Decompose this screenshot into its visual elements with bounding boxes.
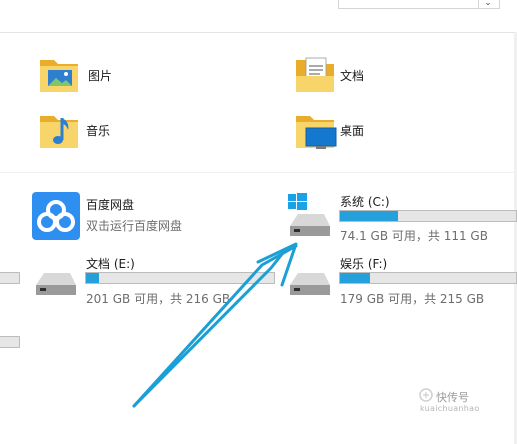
toolbar: ⌄ <box>0 0 517 33</box>
drive-usage-bar <box>339 272 517 284</box>
desktop-folder-icon <box>296 116 337 149</box>
drive-c[interactable]: 系统 (C:) 74.1 GB 可用，共 111 GB <box>286 192 517 244</box>
windows-drive-icon <box>288 193 330 236</box>
folder-label: 桌面 <box>340 124 365 138</box>
drive-usage-fill <box>86 273 100 283</box>
chevron-down-icon[interactable]: ⌄ <box>478 0 497 8</box>
hard-drive-icon <box>36 273 76 295</box>
hard-drive-icon <box>290 273 330 295</box>
partial-drive-bar <box>0 272 20 284</box>
drive-free-space: 74.1 GB 可用，共 111 GB <box>340 229 488 243</box>
drive-usage-fill <box>340 211 399 221</box>
drive-name: 文档 (E:) <box>86 257 135 271</box>
partial-drive-bar <box>0 336 20 348</box>
drive-f[interactable]: 娱乐 (F:) 179 GB 可用，共 215 GB <box>286 253 517 306</box>
app-name: 百度网盘 <box>86 198 135 212</box>
folder-music[interactable]: 音乐 <box>36 108 236 154</box>
drive-name: 娱乐 (F:) <box>340 257 388 271</box>
drive-free-space: 201 GB 可用，共 216 GB <box>86 292 231 306</box>
section-divider <box>0 172 514 173</box>
baidu-netdisk-icon <box>32 192 80 240</box>
folder-label: 图片 <box>88 69 113 83</box>
folder-documents[interactable]: 文档 <box>292 52 492 98</box>
drive-usage-bar <box>85 272 275 284</box>
drive-usage-fill <box>340 273 370 283</box>
app-subtitle: 双击运行百度网盘 <box>86 219 183 233</box>
pictures-folder-icon <box>40 60 78 92</box>
search-input[interactable] <box>338 0 500 9</box>
folder-label: 文档 <box>340 69 365 83</box>
folder-desktop[interactable]: 桌面 <box>292 108 492 154</box>
watermark-url: kuaichuanhao <box>420 404 480 413</box>
documents-folder-icon <box>296 57 334 92</box>
drive-e[interactable]: 文档 (E:) 201 GB 可用，共 216 GB <box>32 253 282 306</box>
app-baidu-netdisk[interactable]: 百度网盘 双击运行百度网盘 <box>32 192 252 242</box>
drive-free-space: 179 GB 可用，共 215 GB <box>340 292 485 306</box>
folder-label: 音乐 <box>86 124 111 138</box>
drive-usage-bar <box>339 210 517 222</box>
music-folder-icon <box>40 116 78 148</box>
drive-name: 系统 (C:) <box>340 195 390 209</box>
watermark-text: 快传号 <box>436 391 469 404</box>
folder-pictures[interactable]: 图片 <box>36 52 236 98</box>
